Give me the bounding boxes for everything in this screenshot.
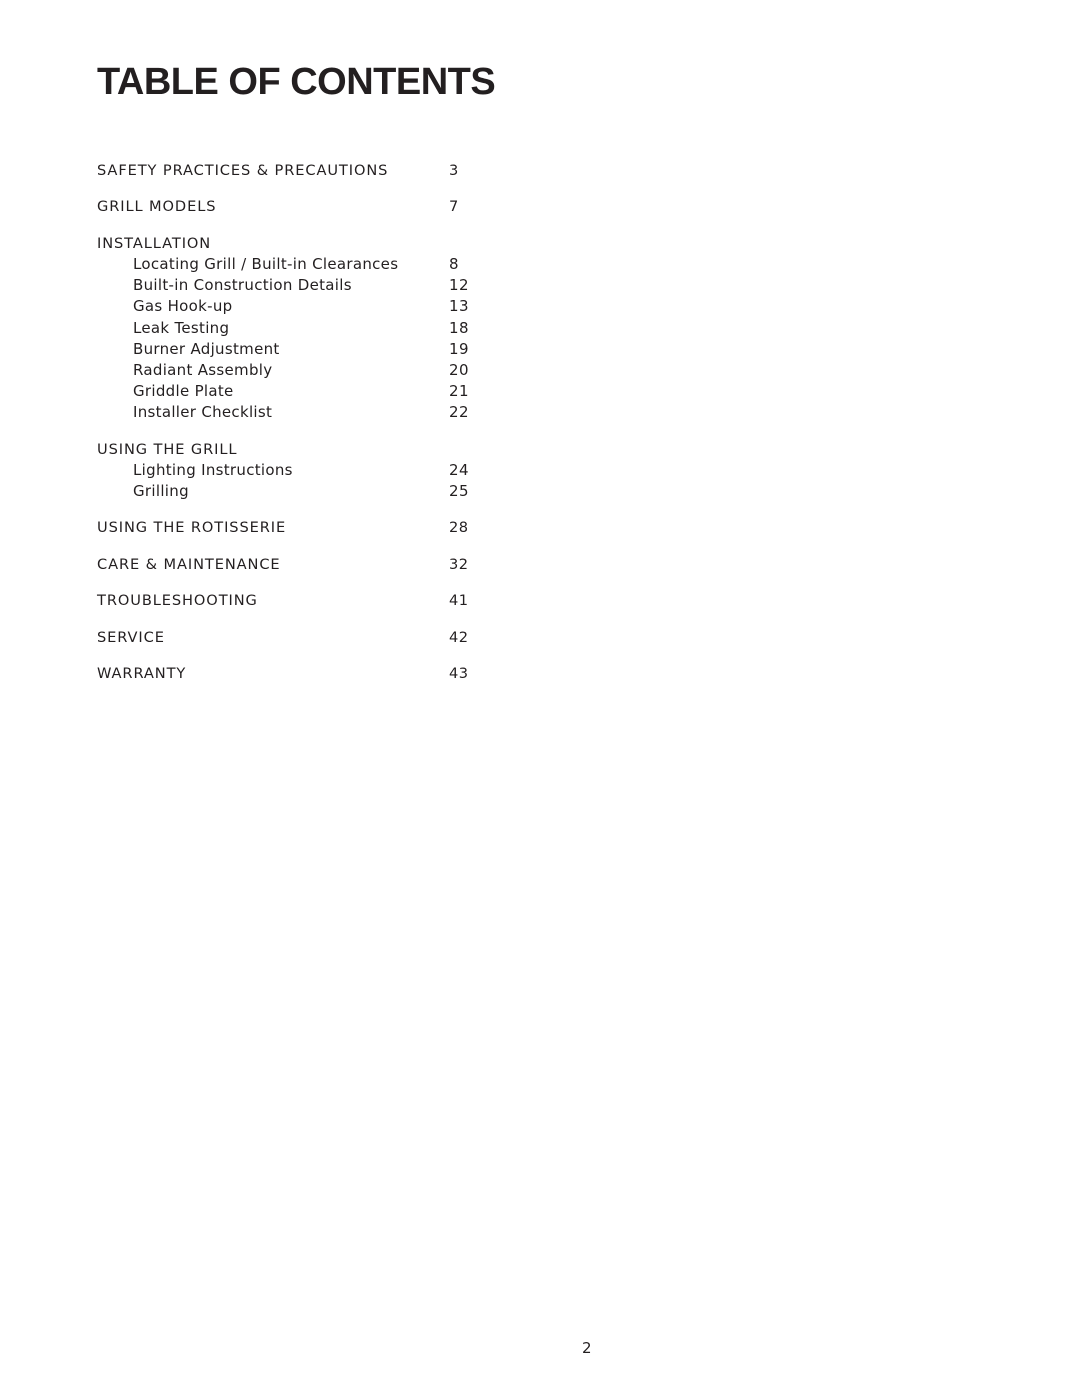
toc-entry-page: 12 (449, 276, 470, 295)
toc-entry-installation[interactable]: INSTALLATION (97, 233, 477, 254)
toc-entry-page: 42 (449, 628, 469, 646)
toc-entry-page: 28 (449, 519, 469, 537)
toc-entry-label: USING THE GRILL (97, 440, 238, 458)
toc-entry-label: INSTALLATION (97, 234, 212, 252)
toc-entry-gas-hookup[interactable]: Gas Hook-up 13 (97, 296, 477, 317)
toc-entry-service[interactable]: SERVICE 42 (97, 627, 477, 648)
table-of-contents: SAFETY PRACTICES & PRECAUTIONS 3 GRILL M… (97, 160, 477, 684)
toc-entry-page: 13 (449, 297, 470, 316)
toc-entry-label: CARE & MAINTENANCE (97, 555, 281, 573)
toc-entry-care-maintenance[interactable]: CARE & MAINTENANCE 32 (97, 554, 477, 575)
toc-entry-lighting-instructions[interactable]: Lighting Instructions 24 (97, 460, 477, 481)
toc-entry-page: 24 (449, 460, 470, 479)
toc-entry-label: Radiant Assembly (133, 360, 273, 379)
toc-entry-page: 43 (449, 664, 469, 682)
toc-entry-label: Gas Hook-up (133, 297, 233, 316)
toc-entry-burner-adjustment[interactable]: Burner Adjustment 19 (97, 339, 477, 360)
toc-entry-construction-details[interactable]: Built-in Construction Details 12 (97, 275, 477, 296)
toc-entry-using-the-grill[interactable]: USING THE GRILL (97, 439, 477, 460)
toc-entry-page: 22 (449, 403, 470, 422)
toc-entry-page: 25 (449, 482, 470, 500)
toc-entry-radiant-assembly[interactable]: Radiant Assembly 20 (97, 360, 477, 381)
toc-entry-label: Grilling (133, 482, 189, 500)
toc-entry-rotisserie[interactable]: USING THE ROTISSERIE 28 (97, 517, 477, 538)
toc-entry-label: TROUBLESHOOTING (97, 592, 258, 610)
toc-entry-troubleshooting[interactable]: TROUBLESHOOTING 41 (97, 590, 477, 611)
toc-entry-page: 32 (449, 555, 469, 573)
toc-entry-grilling[interactable]: Grilling 25 (97, 481, 477, 502)
toc-entry-label: Locating Grill / Built-in Clearances (133, 254, 399, 273)
toc-entry-page: 8 (449, 254, 460, 273)
toc-entry-page: 18 (449, 318, 470, 337)
toc-entry-label: Installer Checklist (133, 403, 273, 422)
toc-entry-label: Burner Adjustment (133, 339, 280, 358)
toc-entry-label: SAFETY PRACTICES & PRECAUTIONS (97, 162, 389, 179)
page-number: 2 (582, 1339, 592, 1357)
toc-entry-grill-models[interactable]: GRILL MODELS 7 (97, 196, 477, 217)
toc-entry-warranty[interactable]: WARRANTY 43 (97, 663, 477, 684)
toc-entry-page: 21 (449, 382, 470, 401)
toc-entry-label: SERVICE (97, 628, 165, 646)
toc-entry-page: 3 (449, 162, 459, 179)
toc-entry-label: Leak Testing (133, 318, 230, 337)
toc-entry-label: Built-in Construction Details (133, 276, 352, 295)
toc-entry-page: 19 (449, 339, 470, 358)
toc-entry-installer-checklist[interactable]: Installer Checklist 22 (97, 402, 477, 423)
toc-entry-label: WARRANTY (97, 664, 187, 682)
toc-entry-label: USING THE ROTISSERIE (97, 519, 287, 537)
toc-entry-page: 41 (449, 592, 469, 610)
toc-entry-label: GRILL MODELS (97, 198, 217, 216)
toc-entry-page: 7 (449, 198, 459, 216)
toc-entry-locating-grill[interactable]: Locating Grill / Built-in Clearances 8 (97, 254, 477, 275)
toc-entry-leak-testing[interactable]: Leak Testing 18 (97, 318, 477, 339)
toc-entry-page: 20 (449, 360, 470, 379)
toc-entry-label: Griddle Plate (133, 382, 234, 401)
page-title: TABLE OF CONTENTS (97, 61, 496, 103)
toc-entry-griddle-plate[interactable]: Griddle Plate 21 (97, 381, 477, 402)
toc-entry-safety[interactable]: SAFETY PRACTICES & PRECAUTIONS 3 (97, 160, 477, 181)
toc-entry-label: Lighting Instructions (133, 460, 293, 479)
